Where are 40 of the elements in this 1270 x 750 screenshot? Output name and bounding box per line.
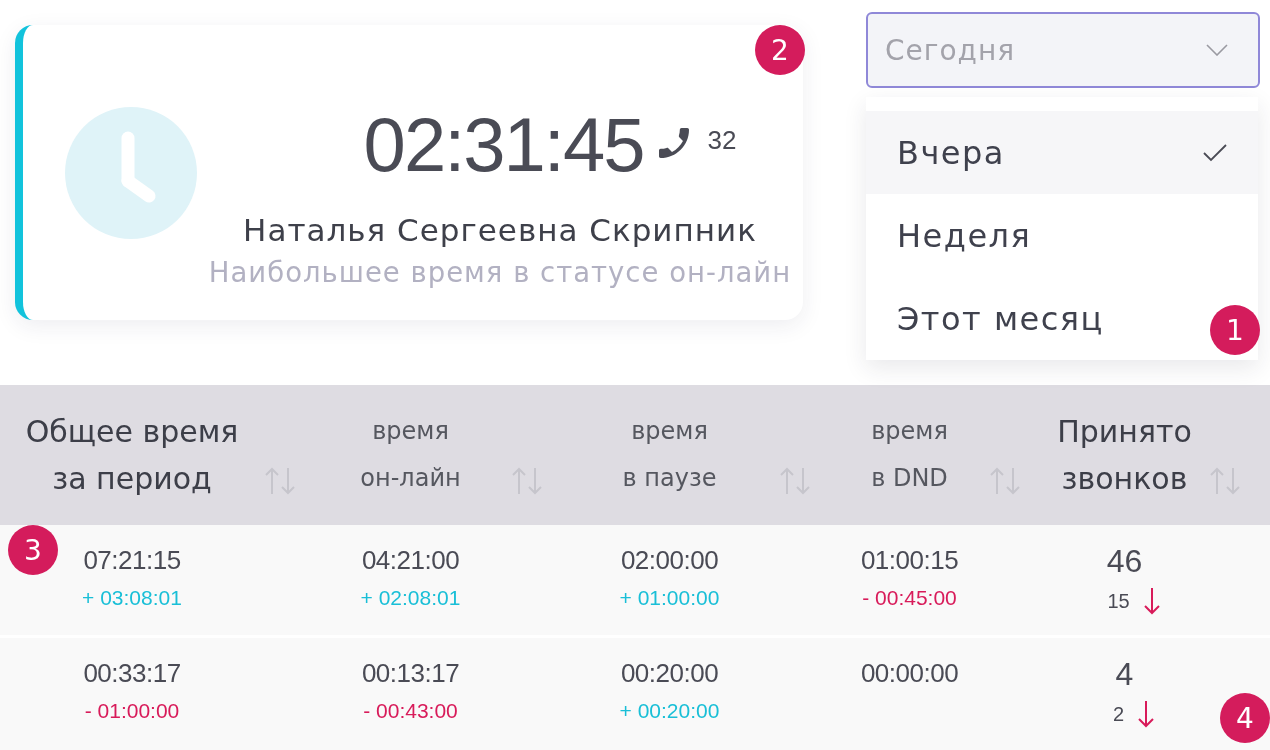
column-header: Общее время за период	[25, 413, 239, 498]
phone-icon	[659, 128, 690, 158]
clock-icon	[65, 106, 197, 239]
sort-arrows-icon[interactable]	[989, 467, 1021, 495]
time-difference: - 01:00:00	[84, 698, 180, 724]
employee-name: Наталья Сергеевна Скрипник	[243, 211, 757, 250]
card-caption: Наибольшее время в статусе он-лайн	[208, 255, 792, 290]
time-difference: - 00:45:00	[862, 585, 957, 611]
call-count: 32	[707, 125, 737, 155]
column-header: время в паузе	[622, 416, 717, 494]
column-header: время в DND	[871, 416, 948, 494]
check-icon	[1203, 143, 1227, 162]
time-difference: - 00:43:00	[363, 698, 458, 724]
menu-option[interactable]: Вчера	[866, 111, 1258, 194]
time-value: 04:21:00	[361, 545, 460, 575]
time-value: 00:33:17	[83, 658, 181, 688]
calls-value: 46	[1106, 543, 1143, 579]
time-value: 00:00:00	[860, 658, 959, 688]
time-value: 00:13:17	[361, 658, 460, 688]
time-value: 02:00:00	[620, 545, 719, 575]
time-difference: + 00:20:00	[619, 698, 720, 724]
time-value: 00:20:00	[620, 658, 719, 688]
menu-option[interactable]: Неделя	[866, 194, 1063, 277]
time-difference: + 01:00:00	[619, 585, 720, 611]
chevron-down-icon	[1206, 44, 1228, 56]
time-difference: + 03:08:01	[82, 585, 182, 611]
time-difference: + 02:08:01	[360, 585, 461, 611]
column-header: Принято звонков	[1057, 413, 1192, 498]
sort-arrows-icon[interactable]	[264, 467, 296, 495]
menu-option[interactable]: Этот месяц	[866, 277, 1135, 360]
time-value: 07:21:15	[83, 545, 181, 575]
column-header: время он-лайн	[360, 416, 461, 494]
sort-arrows-icon[interactable]	[779, 467, 811, 495]
time-value: 01:00:15	[860, 545, 959, 575]
calls-difference: 15	[1107, 589, 1130, 614]
duration-value: 02:31:45	[363, 101, 644, 189]
calls-difference: 2	[1112, 702, 1125, 727]
sort-arrows-icon[interactable]	[511, 467, 543, 495]
calls-value: 4	[1115, 656, 1134, 692]
sort-arrows-icon[interactable]	[1209, 467, 1241, 495]
